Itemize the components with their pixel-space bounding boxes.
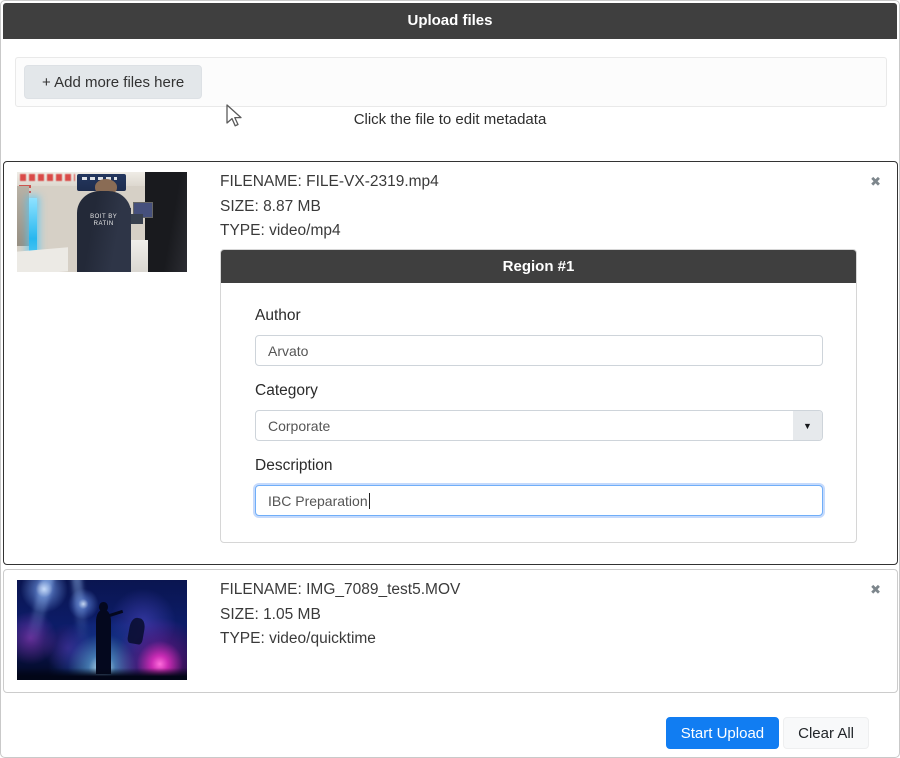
start-upload-button[interactable]: Start Upload <box>666 717 779 749</box>
file-info-1: FILENAME: FILE-VX-2319.mp4 SIZE: 8.87 MB… <box>220 170 439 244</box>
filesize-text: SIZE: 1.05 MB <box>220 603 460 628</box>
thumb2-guitarist <box>127 617 147 645</box>
file-info-2: FILENAME: IMG_7089_test5.MOV SIZE: 1.05 … <box>220 578 460 652</box>
dialog-title-bar: Upload files <box>3 3 897 39</box>
upload-dialog: Upload files + Add more files here Click… <box>0 0 900 758</box>
filename-text: FILENAME: FILE-VX-2319.mp4 <box>220 170 439 195</box>
metadata-hint: Click the file to edit metadata <box>1 109 899 131</box>
dialog-title: Upload files <box>407 12 492 29</box>
file-item-2[interactable]: FILENAME: IMG_7089_test5.MOV SIZE: 1.05 … <box>3 569 898 693</box>
filetype-text: TYPE: video/mp4 <box>220 219 439 244</box>
region-panel: Region #1 Author Category Corporate ▼ De… <box>220 249 857 543</box>
thumb1-counter-left <box>17 247 68 272</box>
author-label: Author <box>255 307 823 325</box>
description-label: Description <box>255 457 823 475</box>
file-item-1[interactable]: BOIT BY RATIN FILENAME: FILE-VX-2319.mp4… <box>3 161 898 565</box>
region-header: Region #1 <box>221 250 856 283</box>
dropdown-addon[interactable]: ▼ <box>793 411 822 440</box>
thumb2-light-beam <box>71 580 88 642</box>
filetype-text: TYPE: video/quicktime <box>220 627 460 652</box>
description-value: IBC Preparation <box>268 493 368 509</box>
remove-file-icon[interactable]: ✖ <box>870 582 881 598</box>
category-select[interactable]: Corporate ▼ <box>255 410 823 441</box>
thumb2-light-beam <box>26 580 54 644</box>
thumb2-singer-silhouette <box>96 610 111 674</box>
description-input[interactable]: IBC Preparation <box>255 485 823 516</box>
chevron-down-icon: ▼ <box>803 421 812 431</box>
thumb1-kiosk <box>145 172 188 272</box>
video-thumbnail-2 <box>17 580 187 680</box>
video-thumbnail-1: BOIT BY RATIN <box>17 172 187 272</box>
thumb2-stage-floor <box>17 668 187 680</box>
thumb2-singer-arm <box>109 610 123 617</box>
filename-text: FILENAME: IMG_7089_test5.MOV <box>220 578 460 603</box>
filesize-text: SIZE: 8.87 MB <box>220 195 439 220</box>
region-form: Author Category Corporate ▼ Description … <box>221 283 856 516</box>
clear-all-button[interactable]: Clear All <box>783 717 869 749</box>
thumb1-booth-logo <box>20 174 74 181</box>
author-input[interactable] <box>255 335 823 366</box>
thumb1-wall <box>17 186 29 246</box>
category-label: Category <box>255 382 823 400</box>
thumb1-kiosk-screen <box>133 202 153 218</box>
add-files-button[interactable]: + Add more files here <box>24 65 202 99</box>
text-caret <box>369 493 370 509</box>
file-dropzone[interactable]: + Add more files here <box>15 57 887 107</box>
remove-file-icon[interactable]: ✖ <box>870 174 881 190</box>
category-selected-value: Corporate <box>256 411 793 440</box>
thumb1-person-torso <box>77 191 131 272</box>
thumb1-shirt-text: BOIT BY RATIN <box>77 214 131 228</box>
action-bar: Start Upload Clear All <box>666 717 869 749</box>
